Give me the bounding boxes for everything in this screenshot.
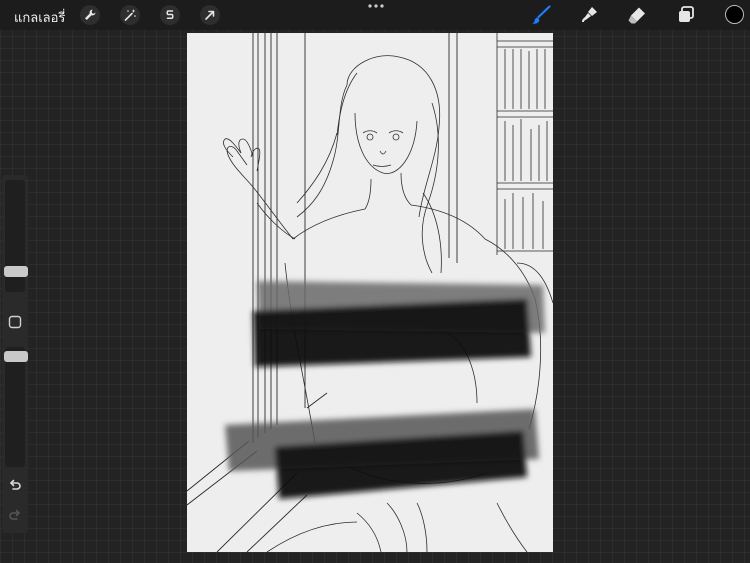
brush-tool-button[interactable] xyxy=(529,4,553,26)
eraser-icon xyxy=(628,7,645,24)
layers-icon xyxy=(679,6,694,22)
transform-arrow-icon xyxy=(205,10,215,20)
brush-size-thumb[interactable] xyxy=(4,266,28,277)
transform-button[interactable] xyxy=(200,5,220,25)
sidebar xyxy=(2,175,28,533)
color-picker-button[interactable] xyxy=(725,5,744,24)
actions-button[interactable] xyxy=(80,5,100,25)
more-options-icon[interactable] xyxy=(366,1,386,11)
selection-button[interactable] xyxy=(160,5,180,25)
opacity-slider[interactable] xyxy=(5,347,25,467)
magic-wand-icon xyxy=(124,9,136,21)
redo-icon[interactable] xyxy=(7,507,23,523)
opacity-thumb[interactable] xyxy=(4,351,28,362)
wrench-icon xyxy=(85,9,96,20)
selection-icon xyxy=(166,10,174,20)
adjustments-button[interactable] xyxy=(120,5,140,25)
censor-marks xyxy=(225,281,545,499)
drawing-canvas[interactable] xyxy=(187,33,553,552)
smudge-tool-button[interactable] xyxy=(577,4,601,26)
top-toolbar: แกลเลอรี่ xyxy=(0,0,750,30)
brush-icon xyxy=(532,5,551,24)
layers-button[interactable] xyxy=(674,4,698,26)
smudge-icon xyxy=(582,7,597,22)
gallery-button[interactable]: แกลเลอรี่ xyxy=(14,7,65,28)
bookshelf xyxy=(496,33,553,255)
undo-icon[interactable] xyxy=(7,477,23,493)
modify-square-icon[interactable] xyxy=(8,315,22,329)
line-art-sketch xyxy=(187,33,553,552)
eraser-tool-button[interactable] xyxy=(625,4,649,26)
